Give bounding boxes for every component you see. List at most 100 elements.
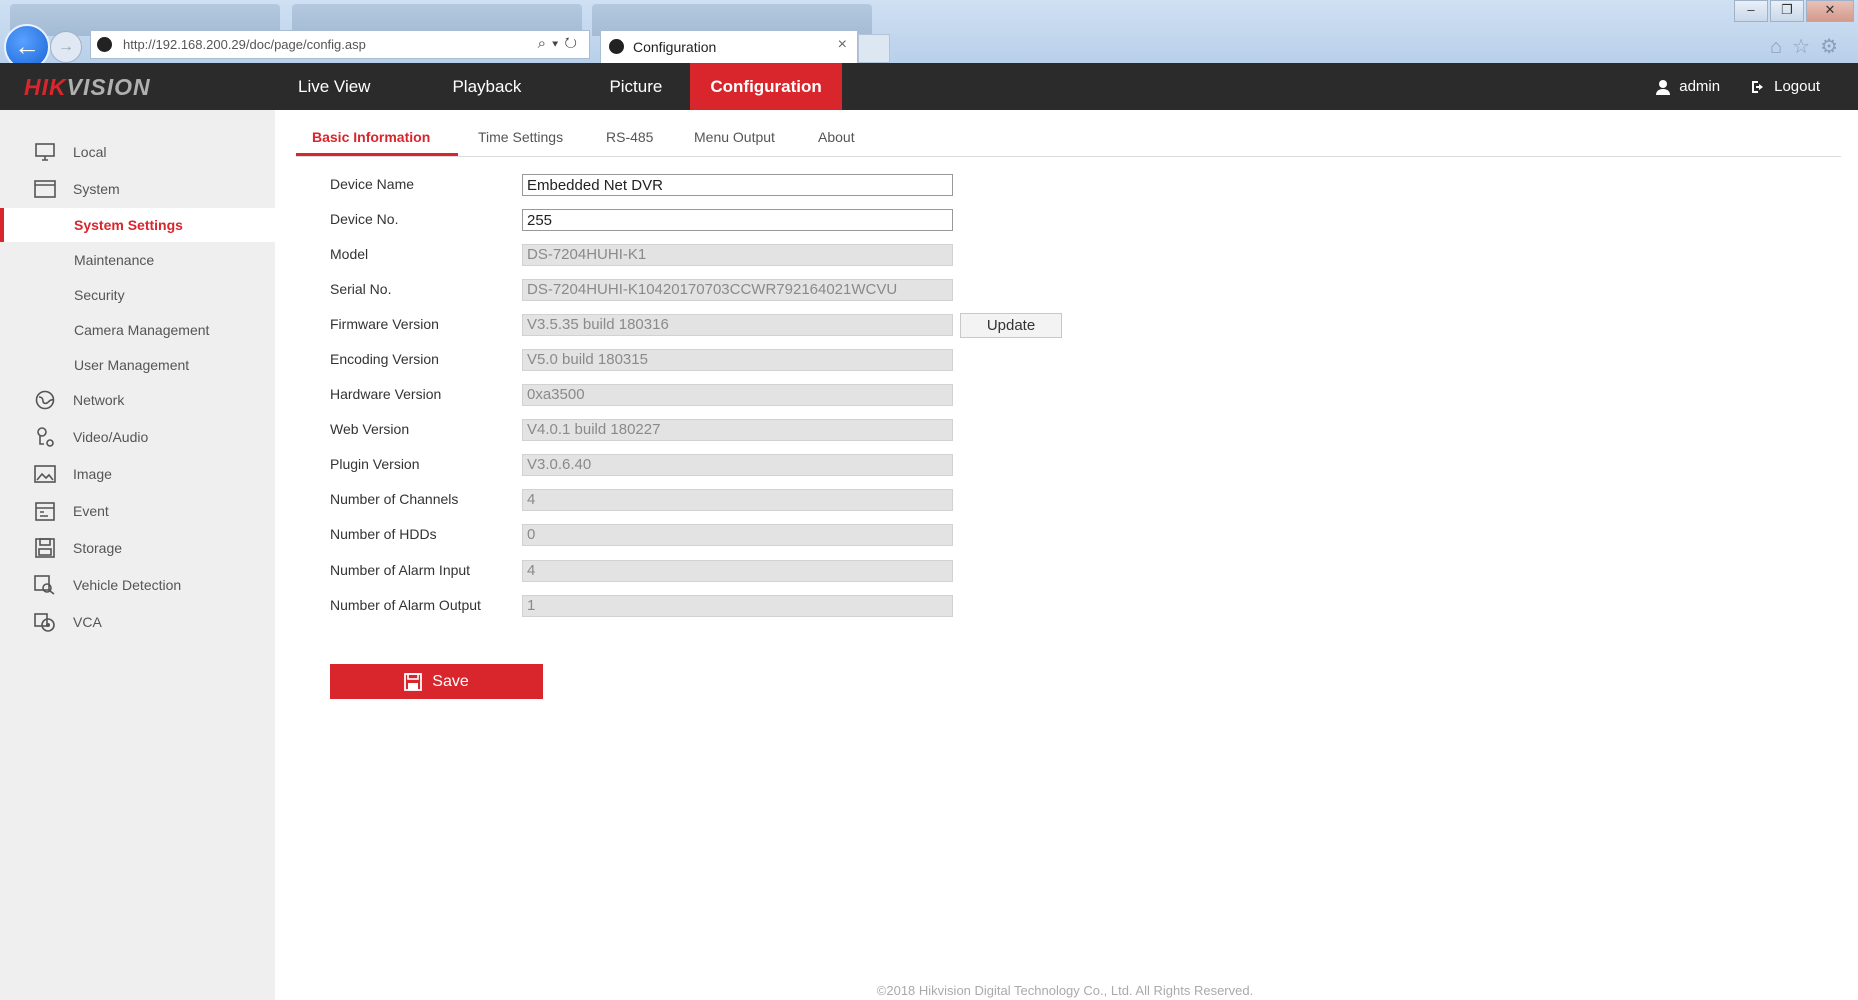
sidebar-item-system[interactable]: System [0, 172, 275, 206]
encoding-version-field: V5.0 build 180315 [522, 349, 953, 371]
web-version-field: V4.0.1 build 180227 [522, 419, 953, 441]
nav-playback[interactable]: Playback [400, 63, 569, 110]
user-menu[interactable]: admin [1655, 78, 1720, 95]
calendar-icon [33, 499, 57, 523]
user-area: admin Logout [1625, 63, 1820, 110]
favorites-star-icon[interactable]: ☆ [1792, 36, 1820, 58]
save-label: Save [432, 672, 469, 690]
forward-button[interactable]: → [50, 31, 82, 63]
window-controls: – ❐ ✕ [1732, 0, 1854, 22]
minimize-icon[interactable]: – [1734, 0, 1768, 22]
tab-about[interactable]: About [818, 129, 855, 145]
tab-rs-485[interactable]: RS-485 [606, 129, 653, 145]
video-audio-icon [33, 425, 57, 449]
device-name-field[interactable] [522, 174, 953, 196]
device-no-label: Device No. [330, 211, 399, 227]
tab-close-icon[interactable]: × [838, 36, 847, 54]
plugin-version-field: V3.0.6.40 [522, 454, 953, 476]
firmware-version-label: Firmware Version [330, 316, 439, 332]
logout-icon [1752, 80, 1764, 93]
site-icon [97, 37, 112, 52]
tab-favicon-icon [609, 39, 624, 54]
url-text: http://192.168.200.29/doc/page/config.as… [123, 37, 366, 52]
tab-title: Configuration [633, 39, 717, 55]
user-icon [1656, 79, 1671, 95]
number-of-channels-field: 4 [522, 489, 953, 511]
hikvision-logo: HIKVISION [24, 74, 151, 100]
serial-no-label: Serial No. [330, 281, 392, 297]
vehicle-icon [33, 573, 57, 597]
app-header: HIKVISION Live View Playback Picture Con… [0, 63, 1858, 110]
sidebar-item-label: Network [73, 392, 125, 408]
browser-chrome: ← → http://192.168.200.29/doc/page/confi… [0, 0, 1858, 70]
sidebar-subitem-security[interactable]: Security [0, 278, 275, 312]
sidebar: Local System System Settings Maintenance… [0, 110, 275, 1000]
sidebar-item-label: System [73, 181, 120, 197]
copyright-footer: ©2018 Hikvision Digital Technology Co., … [876, 983, 1254, 998]
number-of-alarm-output-field: 1 [522, 595, 953, 617]
sidebar-item-vehicle-detection[interactable]: Vehicle Detection [0, 568, 275, 602]
main-nav: Live View Playback Picture Configuration [270, 63, 842, 110]
sidebar-subitem-system-settings[interactable]: System Settings [0, 208, 275, 242]
sidebar-item-label: Video/Audio [73, 429, 149, 445]
sidebar-item-video-audio[interactable]: Video/Audio [0, 420, 275, 454]
maximize-icon[interactable]: ❐ [1770, 0, 1804, 22]
window-close-icon[interactable]: ✕ [1806, 0, 1854, 22]
save-disk-icon [404, 672, 423, 691]
sidebar-item-label: VCA [73, 614, 102, 630]
save-button[interactable]: Save [330, 664, 543, 699]
firmware-version-field: V3.5.35 build 180316 [522, 314, 953, 336]
nav-live-view[interactable]: Live View [270, 63, 400, 110]
sidebar-item-vca[interactable]: VCA [0, 605, 275, 639]
tab-menu-output[interactable]: Menu Output [694, 129, 775, 145]
vca-icon [33, 610, 57, 634]
number-of-hdds-field: 0 [522, 524, 953, 546]
sidebar-item-label: Storage [73, 540, 123, 556]
sidebar-item-label: Local [73, 144, 107, 160]
sidebar-subitem-camera-management[interactable]: Camera Management [0, 313, 275, 347]
sidebar-item-label: Event [73, 503, 109, 519]
image-icon [33, 462, 57, 486]
tab-time-settings[interactable]: Time Settings [478, 129, 563, 145]
number-of-alarm-output-label: Number of Alarm Output [330, 597, 481, 613]
monitor-icon [33, 140, 57, 164]
system-window-icon [33, 177, 57, 201]
home-icon[interactable]: ⌂ [1770, 36, 1792, 58]
sidebar-item-network[interactable]: Network [0, 383, 275, 417]
plugin-version-label: Plugin Version [330, 456, 420, 472]
hardware-version-label: Hardware Version [330, 386, 442, 402]
sidebar-item-storage[interactable]: Storage [0, 531, 275, 565]
logout-label: Logout [1774, 78, 1820, 95]
storage-icon [33, 536, 57, 560]
globe-icon [33, 388, 57, 412]
number-of-channels-label: Number of Channels [330, 491, 459, 507]
tab-basic-information[interactable]: Basic Information [312, 129, 430, 145]
sidebar-item-event[interactable]: Event [0, 494, 275, 528]
new-tab-button[interactable] [858, 34, 890, 63]
update-button[interactable]: Update [960, 313, 1062, 338]
address-bar[interactable]: http://192.168.200.29/doc/page/config.as… [90, 30, 590, 59]
username: admin [1679, 78, 1721, 95]
sidebar-item-image[interactable]: Image [0, 457, 275, 491]
sidebar-item-local[interactable]: Local [0, 135, 275, 169]
web-version-label: Web Version [330, 421, 410, 437]
logout-button[interactable]: Logout [1750, 78, 1820, 95]
config-tabs: Basic Information Time Settings RS-485 M… [296, 120, 1841, 157]
browser-tools: ⌂☆⚙ [1770, 34, 1848, 59]
model-label: Model [330, 246, 369, 262]
settings-gear-icon[interactable]: ⚙ [1820, 36, 1848, 58]
number-of-alarm-input-field: 4 [522, 560, 953, 582]
sidebar-subitem-maintenance[interactable]: Maintenance [0, 243, 275, 277]
sidebar-subitem-user-management[interactable]: User Management [0, 348, 275, 382]
search-refresh-icons[interactable]: ⌕▾↻ [538, 35, 583, 52]
encoding-version-label: Encoding Version [330, 351, 439, 367]
hardware-version-field: 0xa3500 [522, 384, 953, 406]
browser-tab-active[interactable]: Configuration × [600, 30, 858, 63]
device-no-field[interactable] [522, 209, 953, 231]
device-name-label: Device Name [330, 176, 415, 192]
nav-configuration[interactable]: Configuration [690, 63, 842, 110]
active-tab-indicator [296, 153, 458, 156]
model-field: DS-7204HUHI-K1 [522, 244, 953, 266]
number-of-alarm-input-label: Number of Alarm Input [330, 562, 471, 578]
nav-picture[interactable]: Picture [569, 63, 690, 110]
